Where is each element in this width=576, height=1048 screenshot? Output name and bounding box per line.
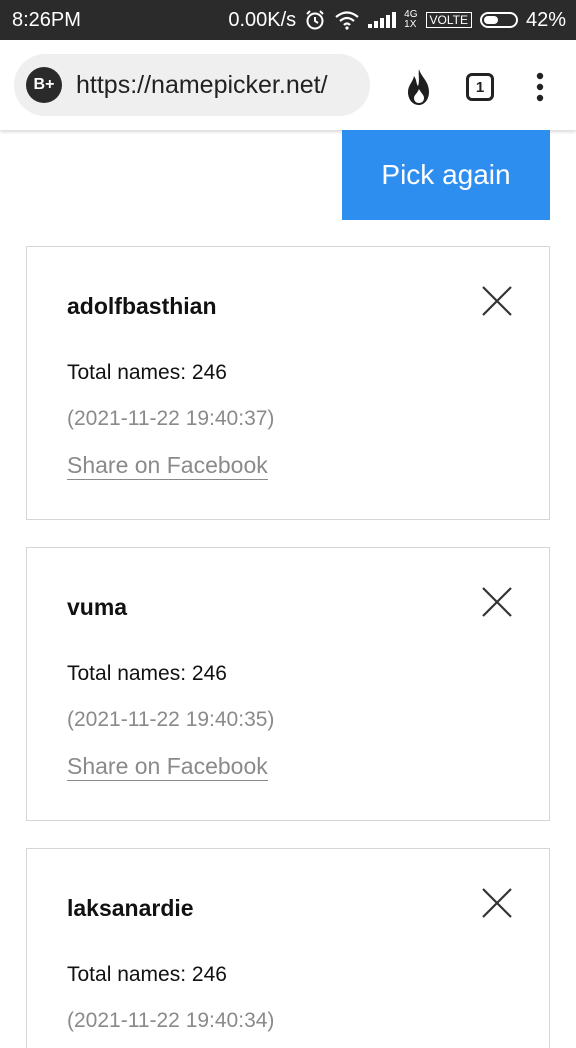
result-card: adolfbasthian Total names: 246 (2021-11-… <box>26 246 550 520</box>
battery-level: 42% <box>525 8 566 31</box>
status-indicators: 0.00K/s 4G 1X VOLTE 42% <box>228 9 566 32</box>
pick-timestamp: (2021-11-22 19:40:35) <box>67 708 275 731</box>
total-names: Total names: 246 <box>67 662 227 685</box>
close-icon[interactable] <box>479 283 515 319</box>
status-bar: 8:26PM 0.00K/s 4G 1X VOLTE 42% <box>0 0 576 40</box>
picked-name: laksanardie <box>67 895 194 921</box>
volte-badge: VOLTE <box>425 12 472 28</box>
picked-name: vuma <box>67 594 128 620</box>
share-facebook-link[interactable]: Share on Facebook <box>67 451 268 480</box>
network-type: 4G 1X <box>404 9 418 30</box>
result-card: laksanardie Total names: 246 (2021-11-22… <box>26 848 550 1048</box>
battery-icon <box>479 12 518 28</box>
pick-again-button[interactable]: Pick again <box>342 130 550 220</box>
net-speed: 0.00K/s <box>228 8 297 31</box>
pick-timestamp: (2021-11-22 19:40:37) <box>67 407 275 430</box>
alarm-icon <box>306 10 324 30</box>
tab-switcher-icon[interactable]: 1 <box>466 73 494 101</box>
site-badge[interactable]: B+ <box>26 67 62 103</box>
fire-icon[interactable] <box>400 64 438 110</box>
signal-icon <box>368 12 397 28</box>
picked-name: adolfbasthian <box>67 293 217 319</box>
total-names: Total names: 246 <box>67 361 227 384</box>
share-facebook-link[interactable]: Share on Facebook <box>67 752 268 781</box>
status-time: 8:26PM <box>12 8 81 31</box>
more-vert-icon[interactable] <box>528 64 552 110</box>
pick-timestamp: (2021-11-22 19:40:34) <box>67 1009 275 1032</box>
close-icon[interactable] <box>479 885 515 921</box>
tab-switcher[interactable]: 1 <box>464 64 496 110</box>
total-names: Total names: 246 <box>67 963 227 986</box>
address-bar[interactable]: B+ https://namepicker.net/ <box>14 54 370 116</box>
wifi-icon <box>335 11 359 30</box>
close-icon[interactable] <box>479 584 515 620</box>
url-text[interactable]: https://namepicker.net/ <box>76 71 328 100</box>
result-card: vuma Total names: 246 (2021-11-22 19:40:… <box>26 547 550 821</box>
